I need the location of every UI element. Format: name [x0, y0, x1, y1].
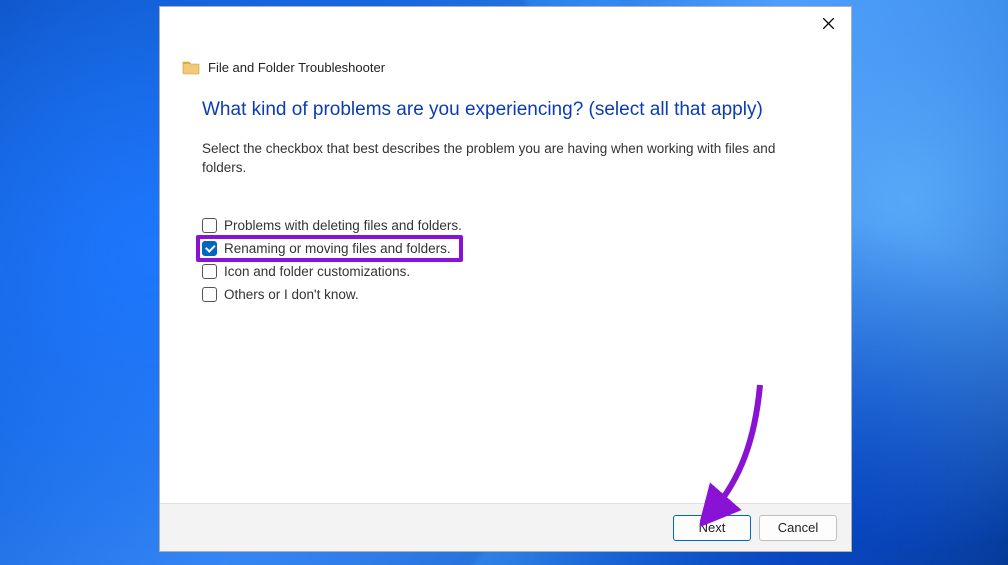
close-icon	[823, 18, 834, 29]
dialog-footer: Next Cancel	[160, 503, 851, 551]
dialog-header: File and Folder Troubleshooter	[160, 59, 851, 81]
option-deleting[interactable]: Problems with deleting files and folders…	[202, 218, 462, 233]
option-others[interactable]: Others or I don't know.	[202, 287, 359, 302]
option-label: Icon and folder customizations.	[224, 264, 410, 279]
next-button[interactable]: Next	[673, 515, 751, 541]
checkbox-icon	[202, 264, 217, 279]
titlebar	[160, 7, 851, 43]
checkbox-icon	[202, 241, 217, 256]
option-icons[interactable]: Icon and folder customizations.	[202, 264, 410, 279]
option-label: Others or I don't know.	[224, 287, 359, 302]
folder-icon	[182, 59, 200, 75]
checkbox-icon	[202, 218, 217, 233]
page-description: Select the checkbox that best describes …	[160, 131, 851, 182]
troubleshooter-dialog: File and Folder Troubleshooter What kind…	[159, 6, 852, 552]
option-renaming[interactable]: Renaming or moving files and folders.	[196, 235, 463, 262]
checkbox-icon	[202, 287, 217, 302]
options-group: Problems with deleting files and folders…	[160, 182, 851, 302]
option-label: Problems with deleting files and folders…	[224, 218, 462, 233]
page-heading: What kind of problems are you experienci…	[160, 81, 851, 131]
cancel-button[interactable]: Cancel	[759, 515, 837, 541]
dialog-title: File and Folder Troubleshooter	[208, 60, 385, 75]
close-button[interactable]	[805, 7, 851, 39]
option-label: Renaming or moving files and folders.	[224, 241, 451, 256]
